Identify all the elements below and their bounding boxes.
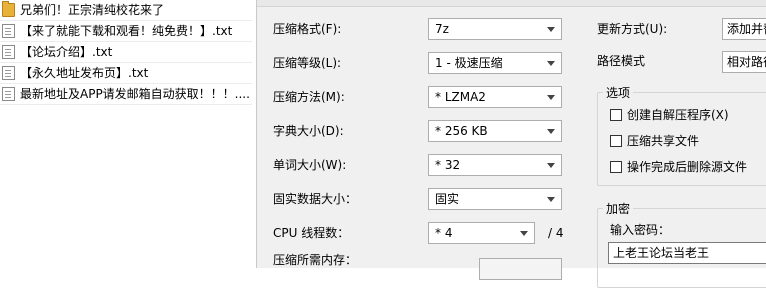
word-size-value: * 32 bbox=[435, 158, 461, 172]
text-file-icon bbox=[2, 66, 15, 80]
word-size-label: 单词大小(W): bbox=[273, 158, 347, 172]
cpu-threads-select[interactable]: * 4 bbox=[428, 222, 535, 244]
memory-usage-field bbox=[479, 258, 562, 280]
file-name: 兄弟们！正宗清纯校花来了 bbox=[20, 3, 165, 17]
update-mode-select[interactable]: 添加并替 bbox=[722, 18, 766, 40]
chevron-down-icon bbox=[547, 163, 555, 168]
create-sfx-label: 创建自解压程序(X) bbox=[627, 108, 729, 122]
memory-usage-label: 压缩所需内存： bbox=[273, 253, 358, 267]
checkbox-box[interactable] bbox=[610, 135, 622, 147]
file-name: 最新地址及APP请发邮箱自动获取！！！.... bbox=[20, 87, 250, 101]
update-mode-value: 添加并替 bbox=[727, 22, 766, 36]
chevron-down-icon bbox=[547, 129, 555, 134]
chevron-down-icon bbox=[547, 197, 555, 202]
compression-level-value: 1 - 极速压缩 bbox=[435, 56, 503, 70]
compress-shared-label: 压缩共享文件 bbox=[627, 134, 700, 148]
text-file-icon bbox=[2, 45, 15, 59]
chevron-down-icon bbox=[547, 95, 555, 100]
dictionary-size-value: * 256 KB bbox=[435, 124, 488, 138]
options-group-title: 选项 bbox=[603, 85, 634, 101]
list-item-folder[interactable]: 兄弟们！正宗清纯校花来了 bbox=[0, 0, 252, 21]
checkbox-box[interactable] bbox=[610, 161, 622, 173]
list-item[interactable]: 最新地址及APP请发邮箱自动获取！！！.... bbox=[0, 84, 252, 105]
path-mode-select[interactable]: 相对路径 bbox=[722, 51, 766, 73]
file-name: 【永久地址发布页】.txt bbox=[20, 66, 149, 80]
cpu-threads-value: * 4 bbox=[435, 226, 453, 240]
chevron-down-icon bbox=[547, 61, 555, 66]
compression-level-select[interactable]: 1 - 极速压缩 bbox=[428, 52, 562, 74]
folder-icon bbox=[2, 1, 15, 17]
file-list: 兄弟们！正宗清纯校花来了 【来了就能下载和观看！纯免费！】.txt 【论坛介绍】… bbox=[0, 0, 252, 268]
file-name: 【论坛介绍】.txt bbox=[20, 45, 113, 59]
archive-format-value: 7z bbox=[435, 22, 449, 36]
path-mode-value: 相对路径 bbox=[727, 55, 766, 69]
chevron-down-icon bbox=[547, 27, 555, 32]
update-mode-label: 更新方式(U): bbox=[597, 22, 668, 36]
text-file-icon bbox=[2, 24, 15, 38]
word-size-select[interactable]: * 32 bbox=[428, 154, 562, 176]
archive-format-label: 压缩格式(F): bbox=[273, 22, 342, 36]
archive-format-select[interactable]: 7z bbox=[428, 18, 562, 40]
dialog-top-edge bbox=[257, 0, 766, 7]
compression-level-label: 压缩等级(L): bbox=[273, 56, 342, 70]
file-name: 【来了就能下载和观看！纯免费！】.txt bbox=[20, 24, 233, 38]
password-label: 输入密码： bbox=[610, 223, 671, 237]
dictionary-size-select[interactable]: * 256 KB bbox=[428, 120, 562, 142]
cpu-threads-max: / 4 bbox=[548, 226, 564, 240]
delete-after-label: 操作完成后删除源文件 bbox=[627, 160, 748, 174]
password-input[interactable]: 上老王论坛当老王 bbox=[608, 242, 766, 264]
solid-block-size-label: 固实数据大小： bbox=[273, 192, 358, 206]
path-mode-label: 路径模式 bbox=[597, 54, 646, 68]
password-value: 上老王论坛当老王 bbox=[613, 246, 710, 260]
cpu-threads-label: CPU 线程数： bbox=[273, 226, 350, 240]
list-item[interactable]: 【永久地址发布页】.txt bbox=[0, 63, 252, 84]
text-file-icon bbox=[2, 87, 15, 101]
compression-method-label: 压缩方法(M): bbox=[273, 90, 345, 104]
chevron-down-icon bbox=[520, 231, 528, 236]
list-item[interactable]: 【论坛介绍】.txt bbox=[0, 42, 252, 63]
encryption-group-title: 加密 bbox=[603, 201, 634, 217]
compression-method-value: * LZMA2 bbox=[435, 90, 486, 104]
compression-method-select[interactable]: * LZMA2 bbox=[428, 86, 562, 108]
checkbox-box[interactable] bbox=[610, 109, 622, 121]
solid-block-size-value: 固实 bbox=[435, 192, 460, 206]
list-item[interactable]: 【来了就能下载和观看！纯免费！】.txt bbox=[0, 21, 252, 42]
dictionary-size-label: 字典大小(D): bbox=[273, 124, 344, 138]
solid-block-size-select[interactable]: 固实 bbox=[428, 188, 562, 210]
add-to-archive-dialog: 压缩格式(F): 7z 压缩等级(L): 1 - 极速压缩 压缩方法(M): *… bbox=[256, 0, 766, 288]
